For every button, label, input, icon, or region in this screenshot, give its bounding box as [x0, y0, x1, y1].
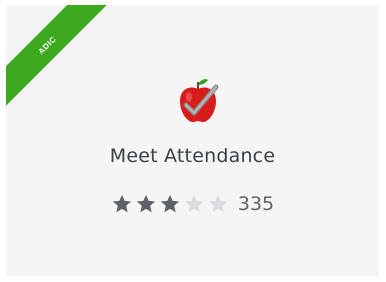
star-rating — [111, 193, 229, 215]
star-filled-icon — [112, 194, 132, 213]
star-empty-icon — [208, 194, 228, 213]
badge-ribbon: ADIC — [6, 5, 110, 108]
star-empty-icon — [184, 194, 204, 213]
badge-label: ADIC — [36, 34, 58, 56]
extension-title: Meet Attendance — [109, 145, 276, 167]
apple-checkmark-icon — [180, 79, 219, 123]
star-filled-icon — [160, 194, 180, 213]
star-filled-icon — [136, 194, 156, 213]
extension-card[interactable]: ADIC Meet Attendance 335 — [6, 5, 379, 276]
rating-row: 335 — [6, 193, 379, 215]
badge-ribbon-container: ADIC — [6, 5, 126, 125]
rating-count: 335 — [237, 193, 275, 215]
